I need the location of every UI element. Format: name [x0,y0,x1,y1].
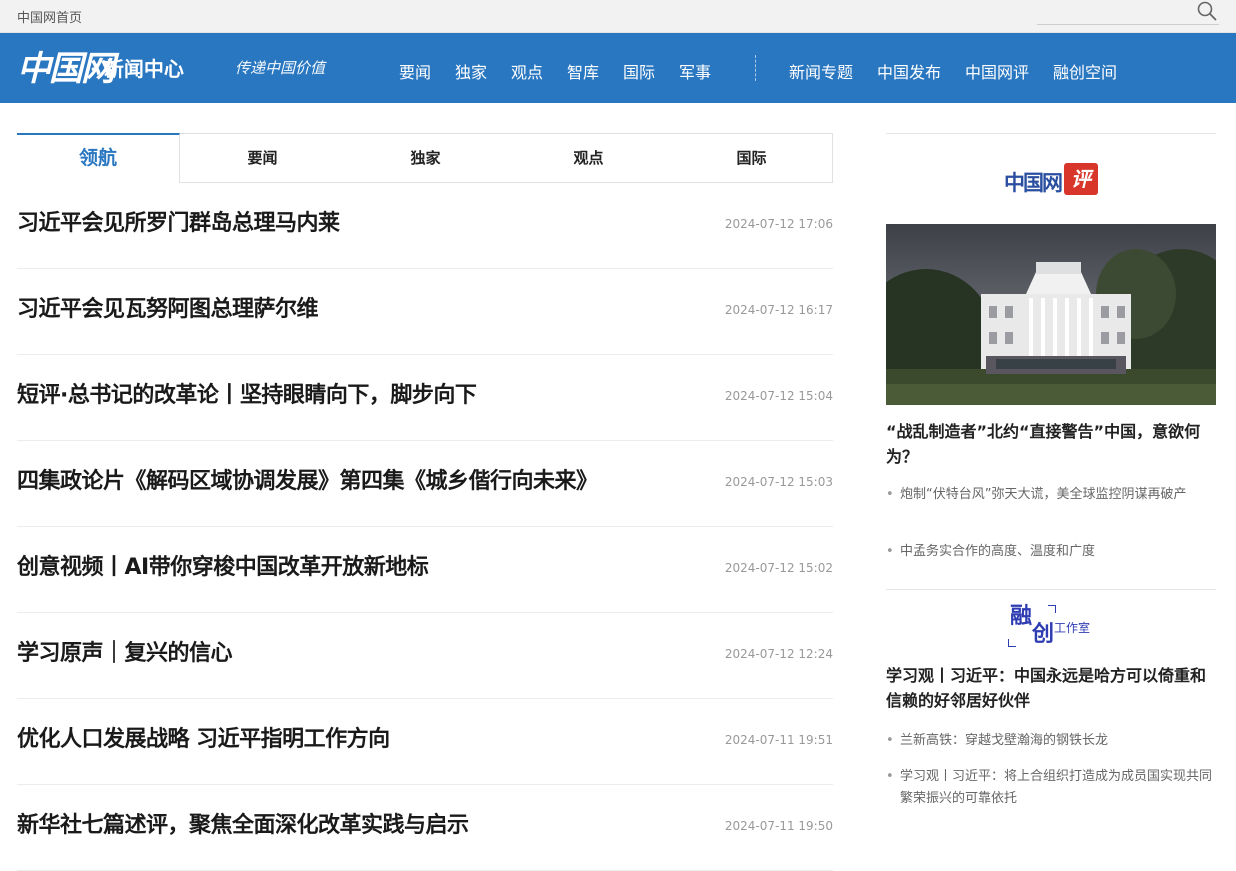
logo-corner [1048,605,1056,613]
tab-linghang[interactable]: 领航 [17,133,180,183]
news-item: 优化人口发展战略 习近平指明工作方向 2024-07-11 19:51 [17,699,833,785]
nav-item-zhongguo-wangping[interactable]: 中国网评 [965,59,1029,83]
news-date: 2024-07-12 17:06 [724,217,833,231]
nav-item-guandian[interactable]: 观点 [511,59,543,83]
sidebar-divider [886,589,1216,590]
nav-item-rongchuang-kongjian[interactable]: 融创空间 [1053,59,1117,83]
news-tabs: 领航 要闻 独家 观点 国际 [17,133,833,183]
news-item: 习近平会见瓦努阿图总理萨尔维 2024-07-12 16:17 [17,269,833,355]
logo-section-name: · 新闻中心 [90,57,184,81]
list-item[interactable]: 中孟务实合作的高度、温度和广度 [886,541,1216,563]
news-item: 学习原声｜复兴的信心 2024-07-12 12:24 [17,613,833,699]
list-item[interactable]: 兰新高铁：穿越戈壁瀚海的钢铁长龙 [886,730,1216,752]
list-item[interactable]: 学习观丨习近平：将上合组织打造成为成员国实现共同繁荣振兴的可靠依托 [886,766,1216,810]
news-title[interactable]: 短评·总书记的改革论丨坚持眼睛向下，脚步向下 [17,377,477,409]
news-date: 2024-07-11 19:51 [724,733,833,747]
nav-item-zhiku[interactable]: 智库 [567,59,599,83]
tab-guandian[interactable]: 观点 [507,134,670,182]
nav-item-xinwen-zhuanti[interactable]: 新闻专题 [789,59,853,83]
white-house-photo [886,224,1216,405]
tab-dujia[interactable]: 独家 [344,134,507,182]
news-date: 2024-07-12 16:17 [724,303,833,317]
commentary-badge: 评 [1064,163,1098,195]
nav-item-junshi[interactable]: 军事 [679,59,711,83]
china-net-home-link[interactable]: 中国网首页 [17,7,82,26]
rongchuang-studio-logo[interactable]: 融 创 工作室 [1006,603,1098,651]
news-date: 2024-07-12 12:24 [724,647,833,661]
nav-divider [755,55,756,81]
news-date: 2024-07-12 15:02 [724,561,833,575]
china-net-commentary-logo[interactable]: 中国网 评 [1004,163,1100,197]
news-item: 短评·总书记的改革论丨坚持眼睛向下，脚步向下 2024-07-12 15:04 [17,355,833,441]
news-title[interactable]: 习近平会见所罗门群岛总理马内莱 [17,205,340,237]
news-item: 习近平会见所罗门群岛总理马内莱 2024-07-12 17:06 [17,183,833,269]
sidebar-headline-2[interactable]: 学习观丨习近平：中国永远是哈方可以倚重和信赖的好邻居好伙伴 [886,663,1216,713]
nav-item-yaowen[interactable]: 要闻 [399,59,431,83]
logo-slogan: 传递中国价值 [235,59,326,77]
news-title[interactable]: 创意视频丨AI带你穿梭中国改革开放新地标 [17,549,429,581]
news-title[interactable]: 学习原声｜复兴的信心 [17,635,233,667]
news-title[interactable]: 四集政论片《解码区域协调发展》第四集《城乡偕行向未来》 [17,463,598,495]
tab-yaowen[interactable]: 要闻 [181,134,344,182]
logo-corner [1008,639,1016,647]
nav-item-dujia[interactable]: 独家 [455,59,487,83]
news-date: 2024-07-12 15:03 [724,475,833,489]
nav-item-zhongguo-fabu[interactable]: 中国发布 [877,59,941,83]
featured-photo-white-house[interactable] [886,224,1216,405]
list-item[interactable]: 炮制“伏特台风”弥天大谎，美全球监控阴谋再破产 [886,484,1216,506]
news-item: 创意视频丨AI带你穿梭中国改革开放新地标 2024-07-12 15:02 [17,527,833,613]
tab-guoji[interactable]: 国际 [670,134,833,182]
main-navbar: 中国网 · 新闻中心 传递中国价值 要闻 独家 观点 智库 国际 军事 新闻专题… [0,33,1236,103]
logo-char-rong: 融 [1010,603,1033,629]
search-icon[interactable] [1197,1,1217,21]
news-date: 2024-07-11 19:50 [724,819,833,833]
news-title[interactable]: 习近平会见瓦努阿图总理萨尔维 [17,291,319,323]
logo-char-chuang: 创 [1032,621,1055,647]
sidebar-divider [886,133,1216,134]
logo-studio-text: 工作室 [1054,621,1091,635]
news-title[interactable]: 新华社七篇述评，聚焦全面深化改革实践与启示 [17,807,469,839]
nav-item-guoji[interactable]: 国际 [623,59,655,83]
logo-text: 中国网 [1004,170,1063,195]
news-item: 四集政论片《解码区域协调发展》第四集《城乡偕行向未来》 2024-07-12 1… [17,441,833,527]
news-date: 2024-07-12 15:04 [724,389,833,403]
search-input[interactable] [1037,2,1192,22]
news-item: 新华社七篇述评，聚焦全面深化改革实践与启示 2024-07-11 19:50 [17,785,833,871]
top-utility-bar: 中国网首页 [0,0,1236,33]
search-box [1037,0,1219,25]
sidebar-headline[interactable]: “战乱制造者”北约“直接警告”中国，意欲何为？ [886,419,1216,469]
news-title[interactable]: 优化人口发展战略 习近平指明工作方向 [17,721,390,753]
